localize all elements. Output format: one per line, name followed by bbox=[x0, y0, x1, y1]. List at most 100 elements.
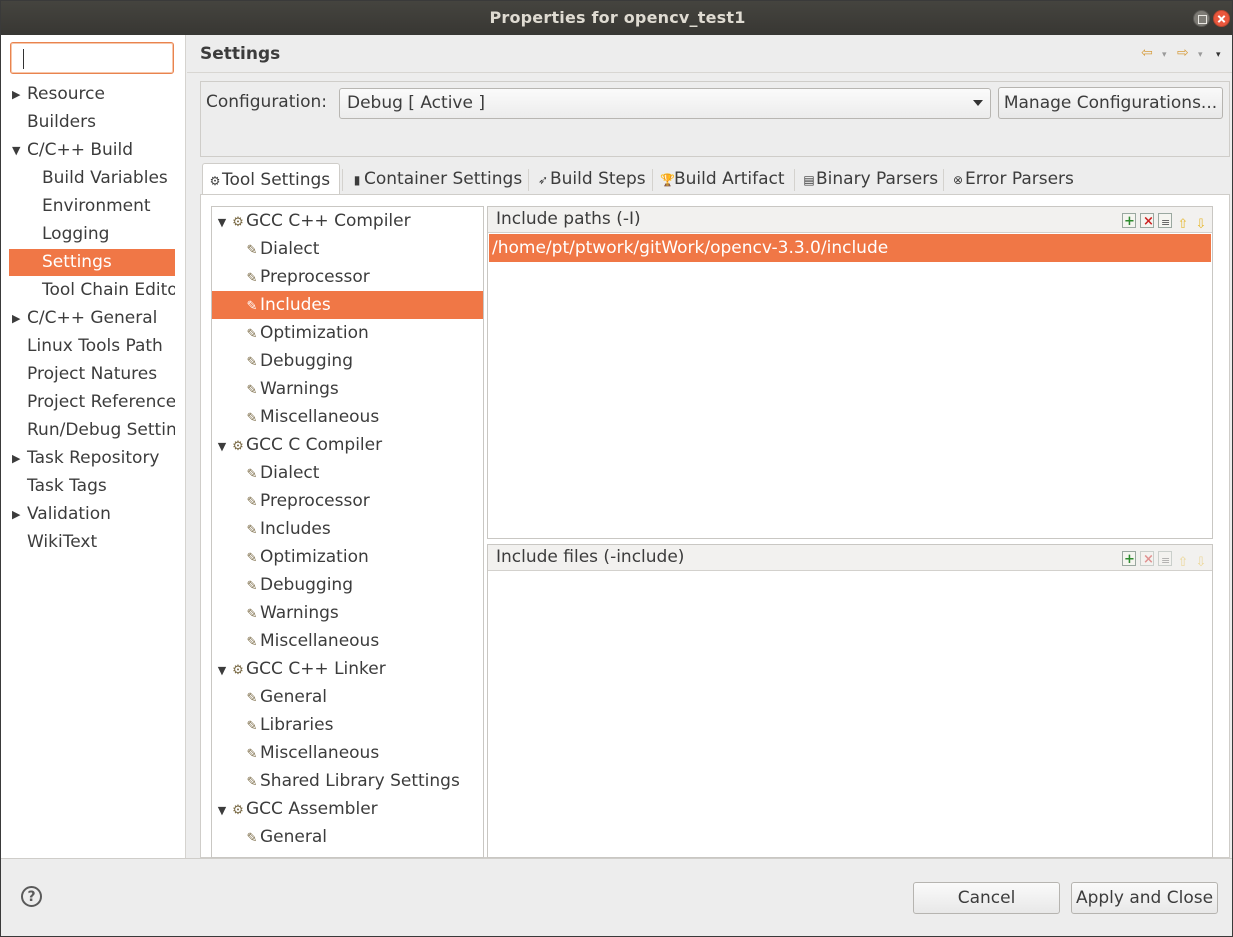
back-icon[interactable]: ⇦ bbox=[1141, 45, 1153, 61]
nav-item-validation[interactable]: ▶ Validation bbox=[9, 501, 175, 528]
help-icon[interactable]: ? bbox=[21, 886, 42, 907]
tree-item-warnings[interactable]: ✎ Warnings bbox=[212, 375, 483, 403]
expanded-arrow-icon[interactable]: ▼ bbox=[214, 797, 230, 825]
tree-item-shared-library-settings[interactable]: ✎ Shared Library Settings bbox=[212, 767, 483, 795]
tool-gear-icon: ⚙ bbox=[232, 215, 244, 230]
header-divider bbox=[187, 72, 1232, 73]
nav-item-builders[interactable]: Builders bbox=[9, 109, 175, 136]
configuration-label: Configuration: bbox=[206, 92, 328, 112]
nav-item-project-reference[interactable]: Project Reference bbox=[9, 389, 175, 416]
tree-item-general[interactable]: ✎ General bbox=[212, 683, 483, 711]
expanded-arrow-icon[interactable]: ▼ bbox=[12, 137, 20, 164]
tree-item-warnings[interactable]: ✎ Warnings bbox=[212, 599, 483, 627]
add-icon[interactable] bbox=[1122, 210, 1136, 234]
tree-item-miscellaneous[interactable]: ✎ Miscellaneous bbox=[212, 403, 483, 431]
tree-item-dialect[interactable]: ✎ Dialect bbox=[212, 459, 483, 487]
view-menu-icon[interactable]: ▾ bbox=[1216, 50, 1221, 60]
tree-item-debugging[interactable]: ✎ Debugging bbox=[212, 571, 483, 599]
tab-container-settings[interactable]: ▮ Container Settings bbox=[345, 163, 525, 195]
nav-item-c-c-build[interactable]: ▼ C/C++ Build bbox=[9, 137, 175, 164]
forward-menu-icon[interactable]: ▾ bbox=[1198, 50, 1203, 60]
tree-item-dialect[interactable]: ✎ Dialect bbox=[212, 235, 483, 263]
delete-icon[interactable] bbox=[1140, 210, 1154, 234]
nav-item-logging[interactable]: Logging bbox=[9, 221, 175, 248]
expanded-arrow-icon[interactable]: ▼ bbox=[214, 657, 230, 685]
maximize-button[interactable] bbox=[1193, 10, 1210, 27]
tree-item-miscellaneous[interactable]: ✎ Miscellaneous bbox=[212, 739, 483, 767]
tree-item-miscellaneous[interactable]: ✎ Miscellaneous bbox=[212, 627, 483, 655]
tab-label: Binary Parsers bbox=[816, 169, 939, 189]
option-category-icon: ✎ bbox=[246, 299, 258, 314]
tree-item-label: Dialect bbox=[260, 239, 320, 259]
tree-item-gcc-c-compiler[interactable]: ▼ ⚙ GCC C++ Compiler bbox=[212, 207, 483, 235]
nav-item-task-repository[interactable]: ▶ Task Repository bbox=[9, 445, 175, 472]
nav-item-c-c-general[interactable]: ▶ C/C++ General bbox=[9, 305, 175, 332]
tree-item-includes[interactable]: ✎ Includes bbox=[212, 515, 483, 543]
manage-configurations-button[interactable]: Manage Configurations... bbox=[998, 87, 1223, 119]
option-category-icon: ✎ bbox=[246, 495, 258, 510]
move-up-icon[interactable]: ⇧ bbox=[1176, 555, 1190, 570]
tree-item-libraries[interactable]: ✎ Libraries bbox=[212, 711, 483, 739]
nav-item-run-debug-settin[interactable]: Run/Debug Settin bbox=[9, 417, 175, 444]
tree-item-gcc-c-compiler[interactable]: ▼ ⚙ GCC C Compiler bbox=[212, 431, 483, 459]
move-up-icon[interactable]: ⇧ bbox=[1176, 217, 1190, 232]
tree-item-includes[interactable]: ✎ Includes bbox=[212, 291, 483, 319]
tree-item-optimization[interactable]: ✎ Optimization bbox=[212, 543, 483, 571]
tab-error-parsers[interactable]: ⊗ Error Parsers bbox=[946, 163, 1076, 195]
edit-icon[interactable] bbox=[1158, 211, 1172, 235]
move-down-icon[interactable]: ⇩ bbox=[1194, 555, 1208, 570]
forward-icon[interactable]: ⇨ bbox=[1177, 45, 1189, 61]
add-icon[interactable] bbox=[1122, 548, 1136, 572]
delete-icon[interactable] bbox=[1140, 548, 1154, 572]
move-down-icon[interactable]: ⇩ bbox=[1194, 217, 1208, 232]
expanded-arrow-icon[interactable]: ▼ bbox=[214, 433, 230, 461]
tab-binary-parsers[interactable]: ▤Binary Parsers bbox=[797, 163, 940, 195]
error-parsers-icon: ⊗ bbox=[952, 173, 964, 187]
cancel-button[interactable]: Cancel bbox=[913, 882, 1060, 914]
nav-item-wikitext[interactable]: WikiText bbox=[9, 529, 175, 556]
collapsed-arrow-icon[interactable]: ▶ bbox=[12, 305, 20, 332]
option-category-icon: ✎ bbox=[246, 523, 258, 538]
option-category-icon: ✎ bbox=[246, 579, 258, 594]
tree-item-optimization[interactable]: ✎ Optimization bbox=[212, 319, 483, 347]
configuration-select[interactable]: Debug [ Active ] bbox=[339, 88, 991, 119]
nav-item-linux-tools-path[interactable]: Linux Tools Path bbox=[9, 333, 175, 360]
tree-item-debugging[interactable]: ✎ Debugging bbox=[212, 347, 483, 375]
chevron-down-icon bbox=[973, 100, 983, 106]
nav-item-task-tags[interactable]: Task Tags bbox=[9, 473, 175, 500]
tab-tool-settings[interactable]: ⚙Tool Settings bbox=[202, 163, 340, 195]
window-title: Properties for opencv_test1 bbox=[489, 8, 746, 27]
expanded-arrow-icon[interactable]: ▼ bbox=[214, 209, 230, 237]
apply-and-close-button[interactable]: Apply and Close bbox=[1071, 882, 1218, 914]
list-item[interactable]: /home/pt/ptwork/gitWork/opencv-3.3.0/inc… bbox=[489, 234, 1211, 262]
nav-item-build-variables[interactable]: Build Variables bbox=[9, 165, 175, 192]
tree-item-preprocessor[interactable]: ✎ Preprocessor bbox=[212, 487, 483, 515]
include-paths-list: Include paths (-I) ⇧⇩ /home/pt/ptwork/gi… bbox=[487, 206, 1213, 539]
edit-icon[interactable] bbox=[1158, 549, 1172, 573]
tree-item-preprocessor[interactable]: ✎ Preprocessor bbox=[212, 263, 483, 291]
tree-item-label: Warnings bbox=[260, 603, 339, 623]
tree-item-gcc-c-linker[interactable]: ▼ ⚙ GCC C++ Linker bbox=[212, 655, 483, 683]
nav-item-project-natures[interactable]: Project Natures bbox=[9, 361, 175, 388]
nav-item-tool-chain-edito[interactable]: Tool Chain Edito bbox=[9, 277, 175, 304]
option-category-icon: ✎ bbox=[246, 635, 258, 650]
tree-item-general[interactable]: ✎ General bbox=[212, 823, 483, 851]
option-category-icon: ✎ bbox=[246, 719, 258, 734]
collapsed-arrow-icon[interactable]: ▶ bbox=[12, 81, 20, 108]
tab-label: Error Parsers bbox=[965, 169, 1074, 189]
nav-item-environment[interactable]: Environment bbox=[9, 193, 175, 220]
tab-build-steps[interactable]: ➶ Build Steps bbox=[531, 163, 649, 195]
nav-item-resource[interactable]: ▶ Resource bbox=[9, 81, 175, 108]
tree-item-label: Preprocessor bbox=[260, 491, 370, 511]
back-menu-icon[interactable]: ▾ bbox=[1162, 50, 1167, 60]
collapsed-arrow-icon[interactable]: ▶ bbox=[12, 445, 20, 472]
tab-separator bbox=[528, 169, 529, 191]
filter-input[interactable] bbox=[10, 42, 174, 74]
tree-item-gcc-assembler[interactable]: ▼ ⚙ GCC Assembler bbox=[212, 795, 483, 823]
collapsed-arrow-icon[interactable]: ▶ bbox=[12, 501, 20, 528]
tree-item-label: GCC Assembler bbox=[246, 799, 378, 819]
tab-build-artifact[interactable]: 🏆Build Artifact bbox=[655, 163, 791, 195]
nav-item-settings[interactable]: Settings bbox=[9, 249, 175, 276]
close-button[interactable] bbox=[1213, 10, 1230, 27]
include-files-header: Include files (-include) ⇧⇩ bbox=[488, 545, 1212, 573]
